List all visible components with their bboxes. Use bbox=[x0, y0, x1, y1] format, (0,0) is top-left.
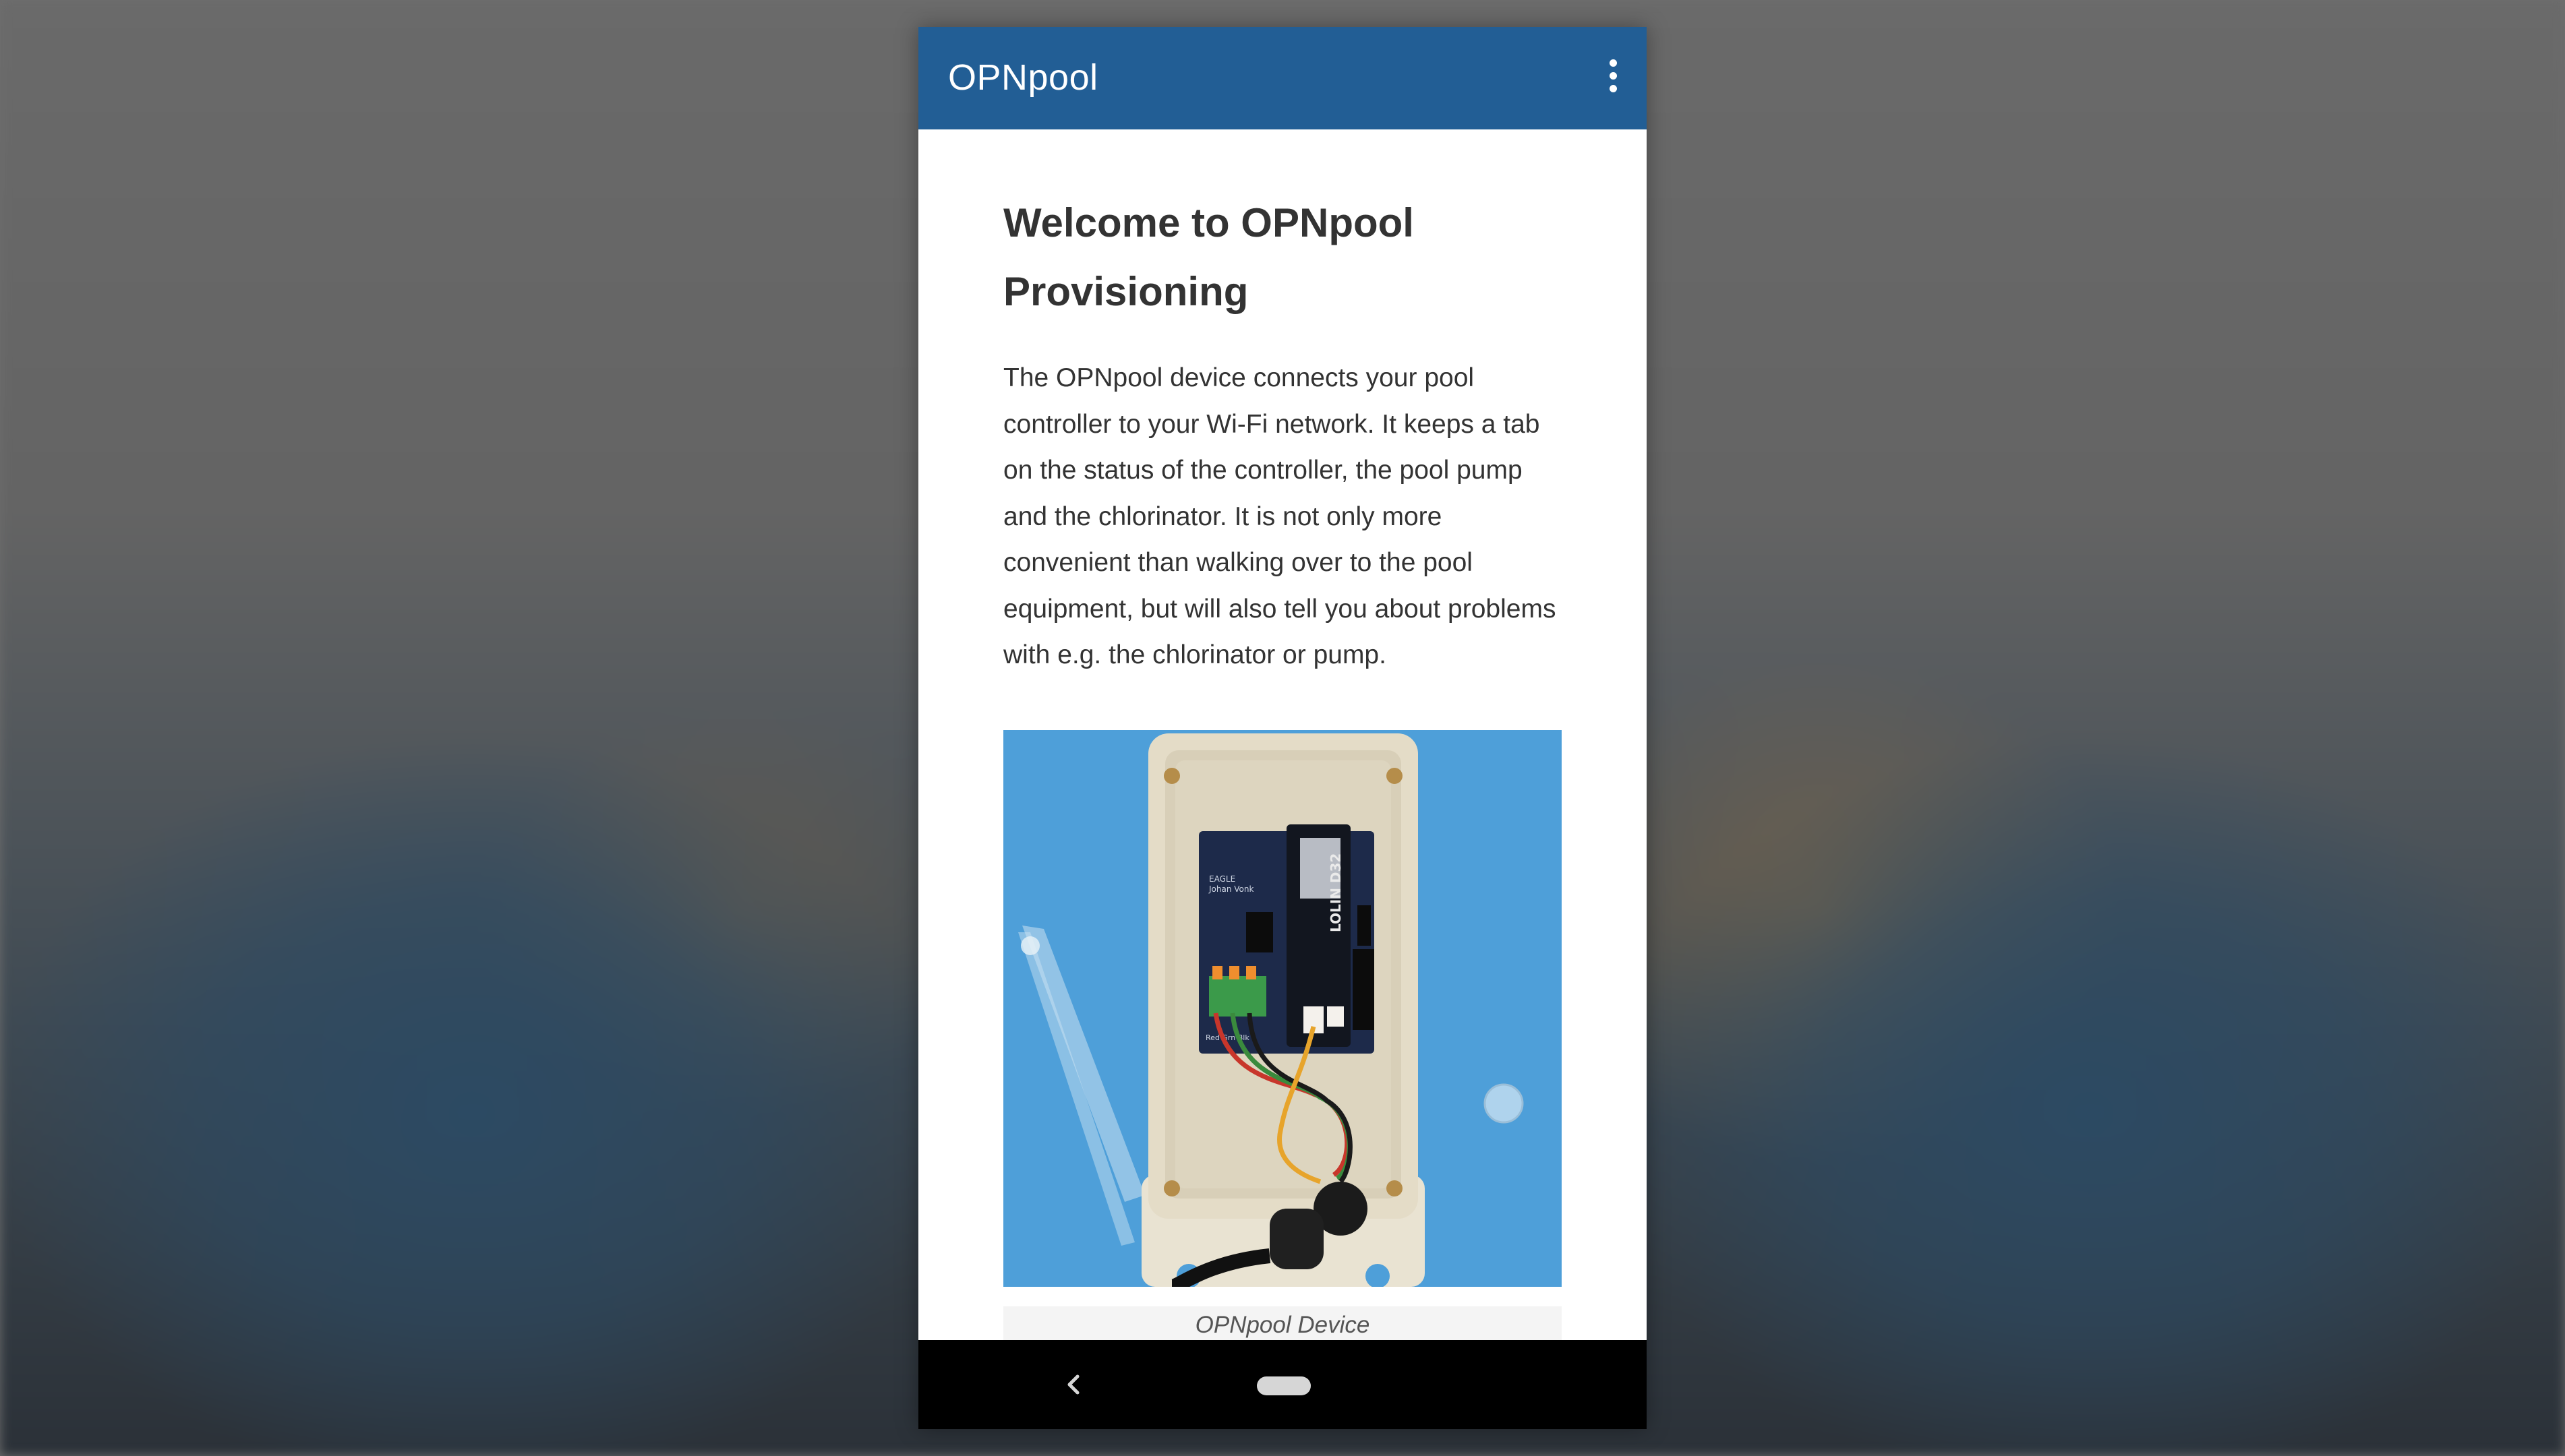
terminal-label: Red Grn Blk bbox=[1206, 1033, 1249, 1042]
module-label: LOLIN D32 bbox=[1328, 853, 1344, 932]
back-chevron-icon[interactable] bbox=[1053, 1364, 1094, 1405]
app-bar: OPNpool bbox=[918, 27, 1647, 129]
main-content[interactable]: Welcome to OPNpool Provisioning The OPNp… bbox=[918, 129, 1647, 1340]
figure-caption: OPNpool Device bbox=[1003, 1306, 1562, 1340]
device-photo: EAGLE Johan Vonk LOLIN D32 Red Grn Blk bbox=[1003, 730, 1562, 1287]
board-label-author: Johan Vonk bbox=[1208, 884, 1254, 894]
board-label-eagle: EAGLE bbox=[1209, 874, 1235, 884]
more-vert-icon[interactable] bbox=[1606, 59, 1620, 97]
page-title: Welcome to OPNpool Provisioning bbox=[1003, 200, 1414, 314]
phone-screen: OPNpool Welcome to OPNpool Provisioning … bbox=[918, 27, 1647, 1429]
intro-paragraph: The OPNpool device connects your pool co… bbox=[1003, 363, 1556, 669]
system-nav-bar bbox=[918, 1340, 1647, 1429]
app-title: OPNpool bbox=[948, 57, 1098, 98]
home-pill-icon[interactable] bbox=[1257, 1376, 1311, 1395]
